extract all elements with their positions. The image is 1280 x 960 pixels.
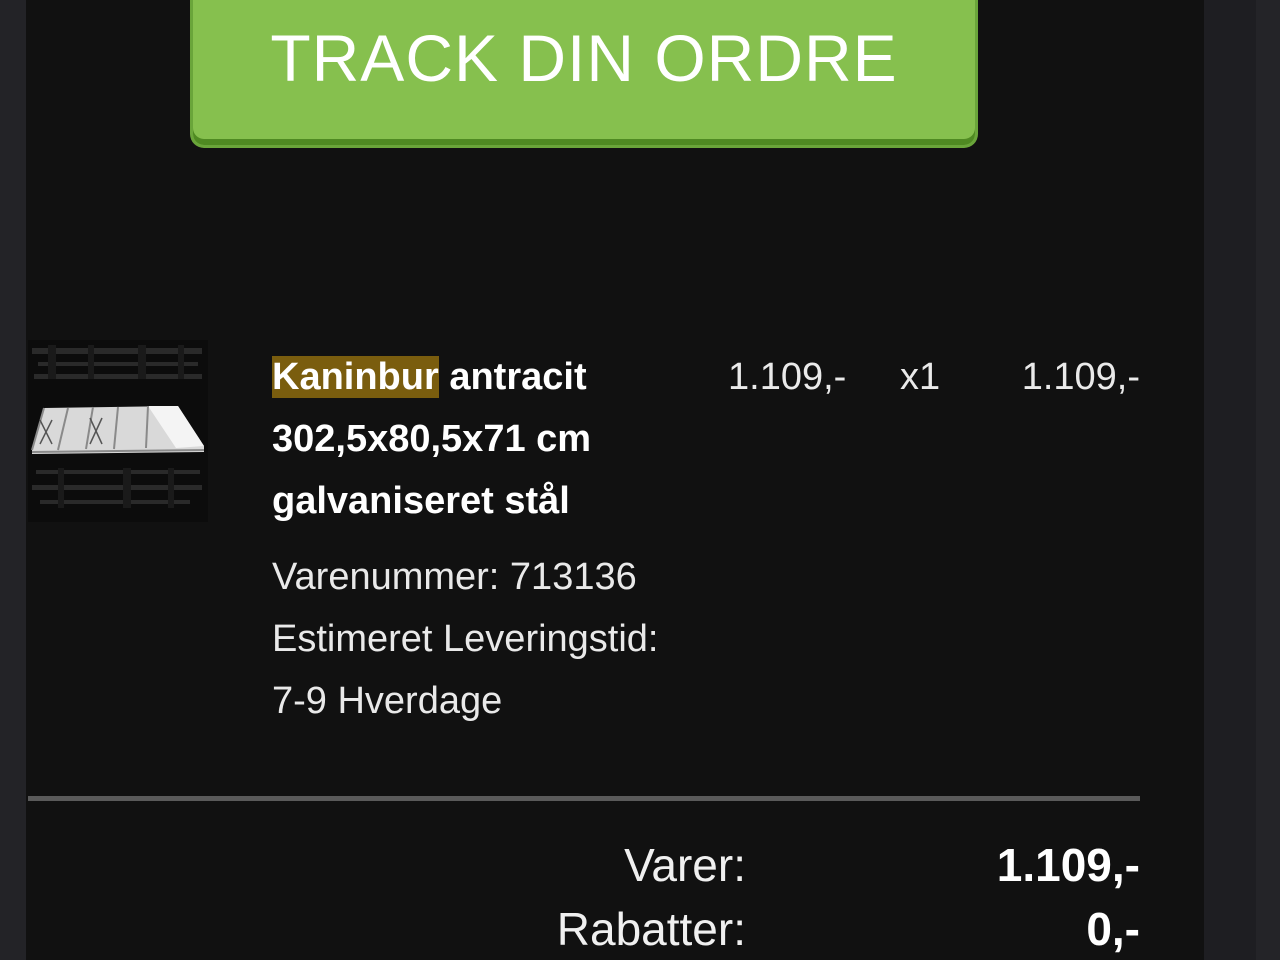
product-image[interactable]	[28, 340, 208, 522]
delivery-value: 7-9 Hverdage	[272, 680, 503, 722]
product-title[interactable]: Kaninbur antracit 302,5x80,5x71 cm galva…	[272, 346, 722, 532]
discounts-label: Rabatter:	[556, 903, 746, 955]
quantity: x1	[900, 356, 941, 398]
product-title-highlight: Kaninbur	[272, 356, 439, 398]
items-value: 1.109,-	[996, 839, 1140, 891]
unit-price: 1.109,-	[728, 356, 847, 398]
track-order-button[interactable]: TRACK DIN ORDRE	[190, 0, 978, 148]
discounts-value: 0,-	[1086, 903, 1140, 955]
items-label: Varer:	[624, 839, 746, 891]
delivery-label: Estimeret Leveringstid:	[272, 618, 659, 660]
left-edge	[0, 0, 26, 960]
product-title-rest: antracit	[438, 356, 587, 398]
product-title-dimensions: 302,5x80,5x71 cm	[272, 418, 592, 460]
product-meta: Varenummer: 713136 Estimeret Leveringsti…	[272, 546, 732, 732]
line-total: 1.109,-	[1021, 356, 1140, 398]
rabbit-cage-image	[28, 340, 208, 522]
scroll-track	[1256, 0, 1280, 960]
product-title-material: galvaniseret stål	[272, 480, 570, 522]
track-order-button-label: TRACK DIN ORDRE	[270, 21, 898, 95]
product-sku: Varenummer: 713136	[272, 556, 637, 598]
divider	[28, 796, 1140, 801]
